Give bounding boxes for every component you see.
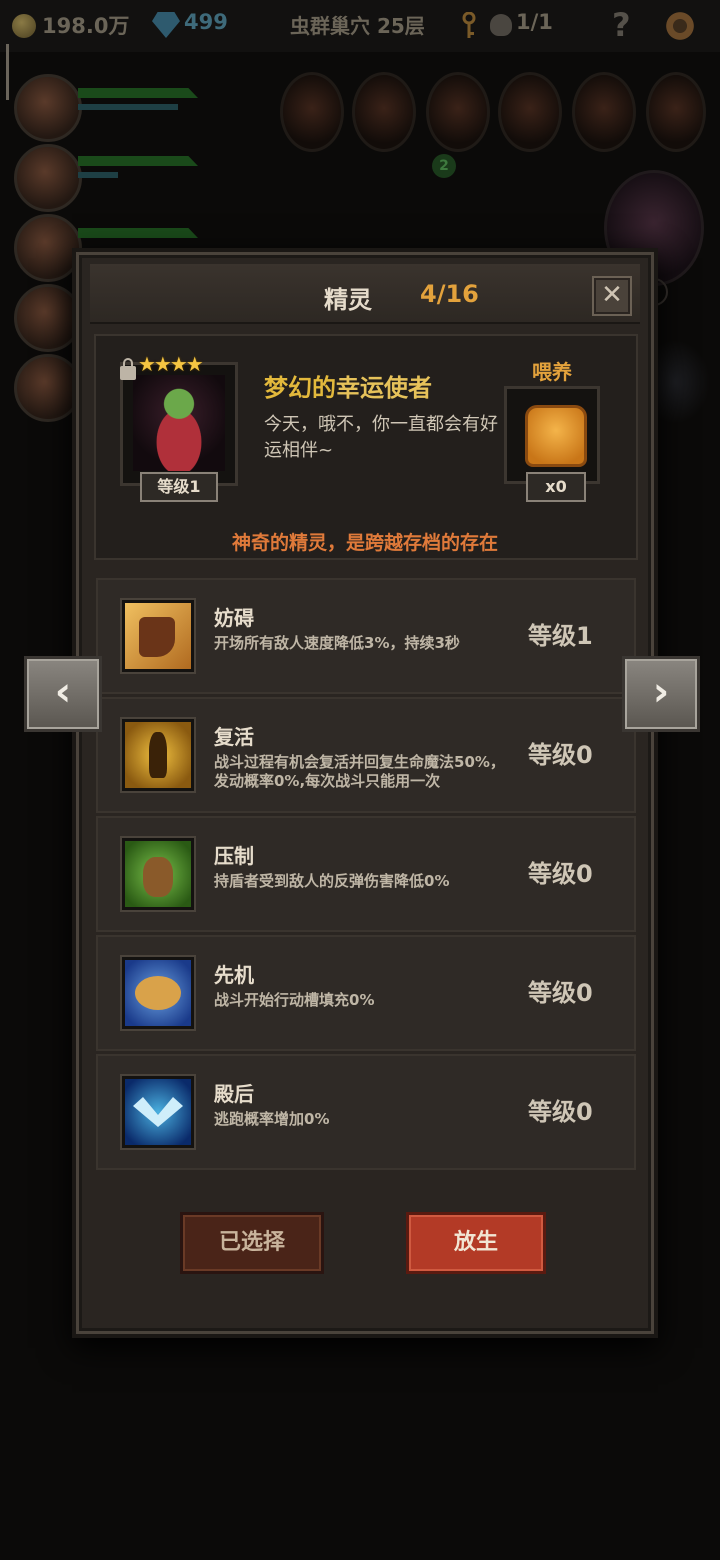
stage-name: 虫群巢穴 25层 [290, 14, 425, 38]
skill-description: 持盾者受到敌人的反弹伤害降低0% [214, 872, 450, 890]
sprite-level: 等级1 [140, 472, 218, 502]
skill-name: 先机 [214, 963, 254, 987]
skill-level: 等级1 [528, 622, 593, 650]
sprite-count: 4/16 [420, 280, 479, 308]
hero-mp-bar [78, 104, 178, 110]
sprite-description: 今天，哦不，你一直都会有好运相伴~ [264, 414, 498, 461]
sprite-title: 幸运使者 [336, 374, 432, 402]
skill-level: 等级0 [528, 979, 593, 1007]
release-button[interactable]: 放生 [406, 1212, 546, 1274]
sprite-name: 梦幻的幸运使者 [264, 368, 432, 403]
leopard-icon [122, 957, 194, 1029]
skill-name: 压制 [214, 844, 254, 868]
skill-row[interactable]: 压制 持盾者受到敌人的反弹伤害降低0% 等级0 [96, 816, 636, 932]
hero-mp-bar [78, 172, 118, 178]
skill-name: 妨碍 [214, 606, 254, 630]
enemy-portrait[interactable] [498, 72, 562, 152]
diamond-icon [152, 12, 180, 38]
selected-button[interactable]: 已选择 [180, 1212, 324, 1274]
skill-row[interactable]: 复活 战斗过程有机会复活并回复生命魔法50%，发动概率0%,每次战斗只能用一次 … [96, 697, 636, 813]
sprite-portrait[interactable] [120, 362, 238, 486]
enemy-count-badge: 2 [432, 154, 456, 178]
gear-icon[interactable] [664, 10, 696, 42]
help-button[interactable]: ? [612, 6, 631, 44]
enemy-portrait[interactable] [280, 72, 344, 152]
skill-level: 等级0 [528, 741, 593, 769]
hero-portrait[interactable] [14, 144, 82, 212]
star-rating: ★★★★ [138, 352, 204, 376]
hero-hp-bar [78, 228, 198, 238]
lock-icon[interactable] [120, 358, 136, 380]
sprite-panel: 精灵 4/16 ✕ ★★★★ 等级1 梦幻的幸运使者 今天，哦不，你一直都会有好… [72, 248, 658, 1338]
top-bar: 198.0万 499 虫群巢穴 25层 1/1 ? [0, 0, 720, 52]
next-sprite-button[interactable]: › [622, 656, 700, 732]
gem-amount: 499 [184, 10, 228, 34]
gold-amount: 198.0万 [42, 14, 130, 38]
skill-name: 殿后 [214, 1082, 254, 1106]
sprite-art [133, 375, 225, 471]
skill-description: 逃跑概率增加0% [214, 1110, 330, 1128]
skill-level: 等级0 [528, 1098, 593, 1126]
enemy-portrait[interactable] [646, 72, 706, 152]
enemy-portrait[interactable] [426, 72, 490, 152]
gold-coin-icon [12, 14, 36, 38]
skill-description: 战斗开始行动槽填充0% [214, 991, 375, 1009]
hero-hp-bar [78, 88, 198, 98]
close-button[interactable]: ✕ [592, 276, 632, 316]
skill-description: 战斗过程有机会复活并回复生命魔法50%，发动概率0%,每次战斗只能用一次 [214, 753, 505, 790]
skill-description: 开场所有敌人速度降低3%，持续3秒 [214, 634, 460, 652]
feed-label: 喂养 [532, 360, 572, 384]
sprite-tagline: 神奇的精灵，是跨越存档的存在 [231, 532, 498, 554]
prev-sprite-button[interactable]: ‹ [24, 656, 102, 732]
hero-portrait[interactable] [14, 74, 82, 142]
skill-row[interactable]: 妨碍 开场所有敌人速度降低3%，持续3秒 等级1 [96, 578, 636, 694]
claw-icon [122, 838, 194, 910]
kill-count: 1/1 [516, 10, 553, 34]
panel-title: 精灵 [324, 286, 372, 314]
enemy-portrait[interactable] [572, 72, 636, 152]
boot-chain-icon [122, 600, 194, 672]
skill-level: 等级0 [528, 860, 593, 888]
bread-icon [525, 405, 587, 467]
wings-icon [122, 1076, 194, 1148]
skill-name: 复活 [214, 725, 254, 749]
revive-icon [122, 719, 194, 791]
skill-row[interactable]: 殿后 逃跑概率增加0% 等级0 [96, 1054, 636, 1170]
enemy-portrait[interactable] [352, 72, 416, 152]
feed-count: x0 [526, 472, 586, 502]
sprite-quality: 梦幻的 [264, 374, 336, 402]
key-icon [462, 12, 476, 38]
scrollbar[interactable] [6, 44, 9, 100]
feed-button[interactable] [504, 386, 600, 484]
skill-row[interactable]: 先机 战斗开始行动槽填充0% 等级0 [96, 935, 636, 1051]
skull-icon [490, 14, 512, 36]
hero-hp-bar [78, 156, 198, 166]
